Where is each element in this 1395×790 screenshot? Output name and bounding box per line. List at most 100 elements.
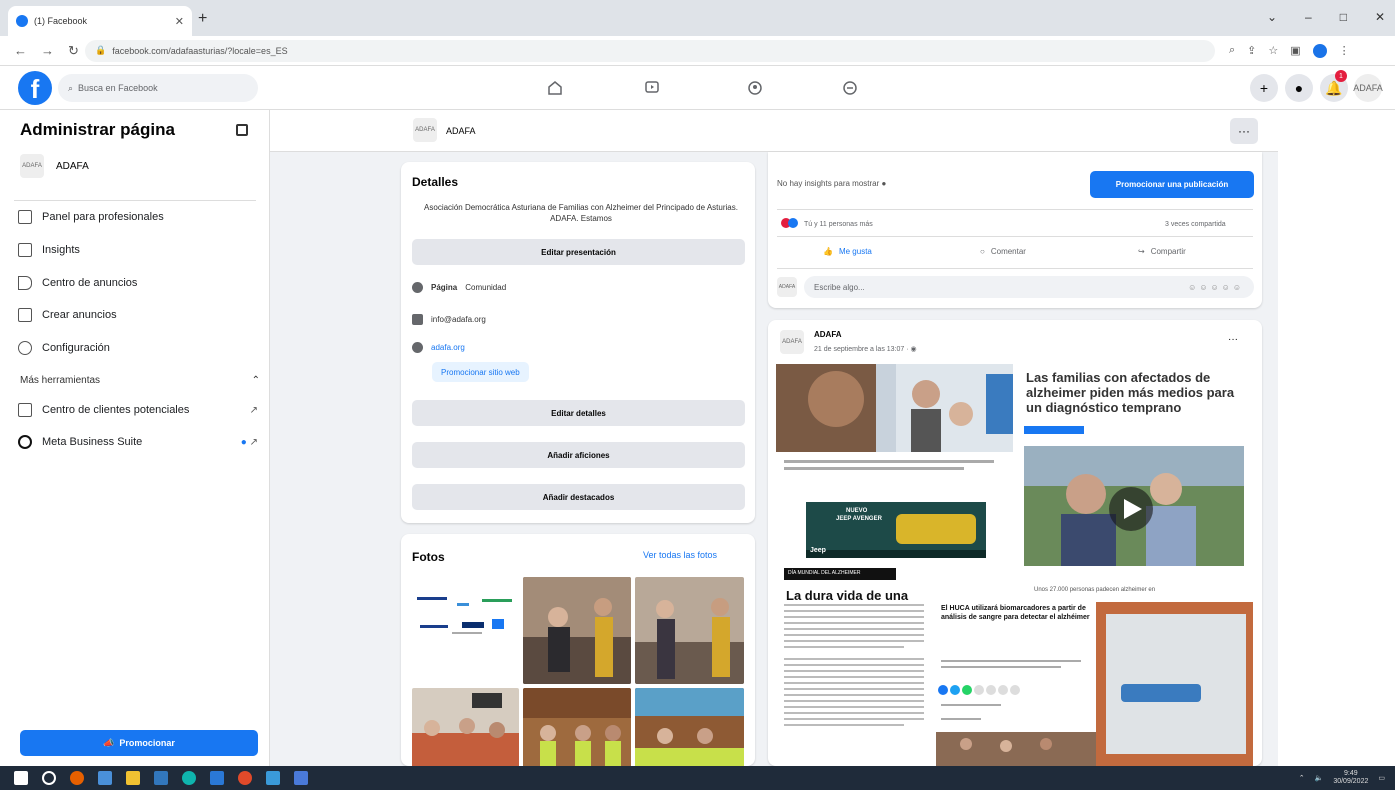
post-author-avatar[interactable]: ADAFA <box>780 330 804 354</box>
profile-avatar-icon[interactable] <box>1312 43 1327 58</box>
photo-thumbnail[interactable] <box>635 688 744 766</box>
comment-label: Comentar <box>990 247 1026 256</box>
tray-chevron-icon[interactable]: ⌃ <box>1299 774 1305 782</box>
maximize-button[interactable]: □ <box>1340 10 1347 24</box>
edge-legacy-icon[interactable] <box>154 771 168 785</box>
share-icon[interactable]: ⇪ <box>1247 44 1256 57</box>
comment-button[interactable]: ○ Comentar <box>980 247 1026 256</box>
minimize-button[interactable]: – <box>1305 10 1312 24</box>
browser-tab[interactable]: (1) Facebook ✕ <box>8 6 192 36</box>
messenger-icon[interactable]: ● <box>1285 74 1313 102</box>
divider <box>777 268 1253 269</box>
search-icon[interactable] <box>42 771 56 785</box>
close-tab-icon[interactable]: ✕ <box>175 15 184 28</box>
new-tab-button[interactable]: + <box>198 10 207 28</box>
groups-icon[interactable] <box>743 76 767 100</box>
insights-card: No hay insights para mostrar ● Promocion… <box>768 152 1262 308</box>
headline-left: La dura vida de una <box>786 588 909 603</box>
meeting-photo <box>523 688 631 766</box>
post-image-newspaper[interactable]: Las familias con afectados de alzheimer … <box>776 364 1253 766</box>
account-avatar[interactable]: ADAFA <box>1353 74 1383 102</box>
promote-button[interactable]: 📣 Promocionar <box>20 730 258 756</box>
sidebar-item-professional-dashboard[interactable]: Panel para profesionales <box>18 210 258 224</box>
emoji-icons[interactable]: ☺☺☺☺☺ <box>1188 283 1244 292</box>
sidebar-item-create-ads[interactable]: Crear anuncios <box>18 308 258 322</box>
post-author[interactable]: ADAFA <box>814 330 842 339</box>
commenter-avatar: ADAFA <box>777 277 797 297</box>
search-input[interactable]: ⌕ Busca en Facebook <box>58 74 258 102</box>
edit-details-button[interactable]: Editar detalles <box>412 400 745 426</box>
forward-arrow-icon[interactable]: → <box>41 43 54 59</box>
sidebar-item-meta-business-suite[interactable]: Meta Business Suite ● ↗ <box>18 435 258 449</box>
sidebar-panel-icon[interactable]: ▣ <box>1290 44 1300 57</box>
photo-thumbnail[interactable] <box>635 577 744 684</box>
sidebar-page-switcher[interactable]: ADAFA ADAFA <box>20 154 89 178</box>
post-date[interactable]: 21 de septiembre a las 13:07 · ◉ <box>814 345 917 353</box>
sidebar-item-settings[interactable]: Configuración <box>18 341 258 355</box>
shares-count[interactable]: 3 veces compartida <box>1165 221 1226 228</box>
subheadline-right: Unos 27.000 personas padecen alzheimer e… <box>1034 587 1156 593</box>
facebook-logo-icon[interactable]: f <box>18 71 52 105</box>
gear-icon <box>18 341 32 355</box>
window-controls: ⌄ – □ ✕ <box>1267 10 1385 24</box>
more-options-button[interactable]: ··· <box>1230 118 1258 144</box>
store-icon[interactable] <box>210 771 224 785</box>
edge-icon[interactable] <box>182 771 196 785</box>
ad-model-label: JEEP AVENGER <box>836 516 882 522</box>
chrome-icon[interactable] <box>238 771 252 785</box>
search-icon[interactable]: ⌕ <box>1229 44 1235 57</box>
website-row: adafa.org <box>412 342 465 353</box>
people-photo <box>635 577 744 684</box>
external-link-icon: ↗ <box>249 404 258 416</box>
email-icon <box>412 314 423 325</box>
bookmark-star-icon[interactable]: ☆ <box>1268 44 1278 57</box>
back-arrow-icon[interactable]: ← <box>14 43 27 59</box>
comment-input[interactable]: Escribe algo... ☺☺☺☺☺ <box>804 276 1254 298</box>
huca-headline: El HUCA utilizará biomarcadores a partir… <box>941 605 1090 621</box>
photo-thumbnail[interactable] <box>412 688 519 766</box>
website-link[interactable]: adafa.org <box>431 343 465 352</box>
sidebar-item-insights[interactable]: Insights <box>18 243 258 257</box>
add-hobbies-button[interactable]: Añadir aficiones <box>412 442 745 468</box>
video-icon[interactable] <box>640 76 664 100</box>
collapse-sidebar-icon[interactable] <box>236 124 248 136</box>
external-link-icon: ● ↗ <box>240 436 258 448</box>
share-icon: ↪ <box>1138 247 1145 256</box>
more-tools-header[interactable]: Más herramientas ⌃ <box>20 375 260 386</box>
edit-presentation-button[interactable]: Editar presentación <box>412 239 745 265</box>
like-button[interactable]: 👍 Me gusta <box>823 247 872 256</box>
sidebar-item-leads-center[interactable]: Centro de clientes potenciales ↗ <box>18 403 258 417</box>
chevron-down-icon[interactable]: ⌄ <box>1267 10 1277 24</box>
clock[interactable]: 9:49 30/09/2022 <box>1333 770 1368 786</box>
sidebar-item-ad-center[interactable]: Centro de anuncios <box>18 276 258 290</box>
sidebar-item-label: Insights <box>42 244 80 256</box>
app-icon[interactable] <box>294 771 308 785</box>
see-all-photos-link[interactable]: Ver todas las fotos <box>643 550 717 560</box>
windows-start-icon[interactable] <box>14 771 28 785</box>
gaming-icon[interactable] <box>838 76 862 100</box>
create-plus-button[interactable]: + <box>1250 74 1278 102</box>
close-window-button[interactable]: ✕ <box>1375 10 1385 24</box>
add-featured-button[interactable]: Añadir destacados <box>412 484 745 510</box>
ad-brand-label: Jeep <box>810 547 826 554</box>
photo-thumbnail[interactable] <box>412 577 519 684</box>
mail-icon[interactable] <box>98 771 112 785</box>
notification-center-icon[interactable]: ▭ <box>1378 774 1385 782</box>
menu-kebab-icon[interactable]: ⋮ <box>1339 44 1350 57</box>
reactions-summary[interactable]: Tú y 11 personas más <box>781 218 873 230</box>
email-text[interactable]: info@adafa.org <box>431 315 486 324</box>
volume-icon[interactable]: 🔈 <box>1315 774 1324 782</box>
promote-website-button[interactable]: Promocionar sitio web <box>432 362 529 382</box>
share-button[interactable]: ↪ Compartir <box>1138 247 1186 256</box>
promote-post-button[interactable]: Promocionar una publicación <box>1090 171 1254 198</box>
tab-title: (1) Facebook <box>34 16 88 26</box>
firefox-icon[interactable] <box>70 771 84 785</box>
photo-thumbnail[interactable] <box>523 577 631 684</box>
url-field[interactable]: 🔒 facebook.com/adafaasturias/?locale=es_… <box>85 39 1215 62</box>
post-options-button[interactable]: ··· <box>1228 334 1238 345</box>
file-explorer-icon[interactable] <box>126 771 140 785</box>
reload-icon[interactable]: ↻ <box>68 43 79 59</box>
home-icon[interactable] <box>543 76 567 100</box>
app-icon[interactable] <box>266 771 280 785</box>
photo-thumbnail[interactable] <box>523 688 631 766</box>
